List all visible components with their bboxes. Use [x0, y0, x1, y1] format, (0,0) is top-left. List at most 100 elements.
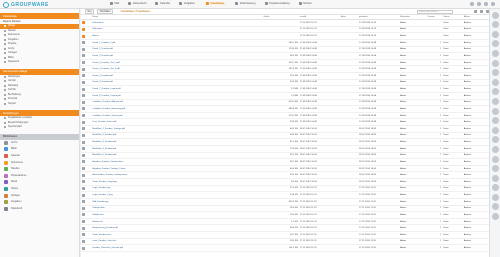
action-link[interactable]: Ändern [463, 165, 489, 173]
avatar[interactable] [491, 49, 499, 57]
action-link[interactable]: Ändern [463, 79, 489, 87]
file-name[interactable]: Tabelle.xlsx [92, 211, 264, 219]
action-link[interactable]: Ändern [463, 132, 489, 140]
table-row[interactable]: Merkblatt_2_Kunden.pdf 58,9 KB 28.07.2016 … [81, 132, 489, 140]
table-row[interactable]: Kanal_8_Kunden_Layout.pdf 1,1 MB 17.09.201… [81, 92, 489, 100]
new-button[interactable]: Neu [85, 9, 95, 14]
avatar[interactable] [491, 145, 499, 153]
action-link[interactable]: Ändern [463, 198, 489, 206]
search-input[interactable]: Dateien durchsuchen [417, 9, 453, 14]
file-name[interactable]: Bild_Kunden.jpg [92, 198, 264, 206]
table-row[interactable]: Tabelle.xlsx 19,5 KB 17.11.2016 11:19 17.11… [81, 211, 489, 219]
action-link[interactable]: Ändern [463, 39, 489, 47]
table-row[interactable]: Dokumente 17.11.2016 11:19 17.09.2018 15:1… [81, 19, 489, 27]
user-icon[interactable] [470, 2, 474, 6]
avatar[interactable] [491, 136, 499, 144]
app-logo[interactable]: GROUPWARE [3, 1, 49, 8]
app-tab-aufgaben[interactable]: Aufgaben [179, 2, 195, 5]
avatar[interactable] [491, 97, 499, 105]
library-item[interactable]: Freigaben [0, 199, 79, 206]
action-link[interactable]: Ändern [463, 138, 489, 146]
table-row[interactable]: Kanal_7_Kunden_Layout.pdf 1,2 MB 17.09.201… [81, 85, 489, 93]
file-name[interactable]: Kanal_4_Kunden_Teil_1.pdf [92, 59, 264, 67]
table-row[interactable]: neue_Kunden_Liste.xlsx 18,3 KB 17.11.2016 … [81, 238, 489, 246]
library-item[interactable]: Vorlagen [0, 192, 79, 199]
file-name[interactable]: Leitfaden_Kunden_Service.pdf [92, 112, 264, 120]
table-row[interactable]: Merkblatt_4_Kunden.pdf 72,4 KB 28.07.2016 … [81, 145, 489, 153]
action-link[interactable]: Ändern [463, 85, 489, 93]
table-row[interactable]: Team_Kunden_Logo.png 8,6 KB 28.07.2016 16:… [81, 178, 489, 186]
table-row[interactable]: Kanal_4_Kunden_Teil_2.pdf 287,9 KB 17.09.2… [81, 65, 489, 73]
avatar[interactable] [491, 59, 499, 67]
table-row[interactable]: Leitfaden_Kunden_Betreuung.pdf 389,6 KB 17… [81, 105, 489, 113]
file-name[interactable]: Archiv [92, 32, 264, 40]
file-name[interactable]: Merkblatt_2_Kunden.pdf [92, 132, 264, 140]
avatar[interactable] [491, 21, 499, 29]
file-name[interactable]: Anschreiben_Kunden_Vorlage.docx [92, 171, 264, 179]
table-row[interactable]: Merkblatt_1_Kunden_Vorlage.pdf 64,2 KB 28.… [81, 125, 489, 133]
table-row[interactable]: Merkblatt_5_Kunden.pdf 49,7 KB 28.07.2016 … [81, 152, 489, 160]
sidebar-item[interactable]: Support [0, 102, 79, 107]
grid-view-icon[interactable] [480, 10, 483, 13]
table-row[interactable]: Angebot_Kunden_Vorlage_2.docx 36,0 KB 28.0… [81, 165, 489, 173]
file-name[interactable]: Angebot_Kunden_Vorlage.docx [92, 158, 264, 166]
action-link[interactable]: Ändern [463, 238, 489, 246]
action-link[interactable]: Ändern [463, 52, 489, 60]
file-name[interactable]: Logo_Kunden.png [92, 185, 264, 193]
file-name[interactable]: Notizen.txt [92, 218, 264, 226]
file-name[interactable]: Kanal_1_Kunden_1.pdf [92, 39, 264, 47]
library-item[interactable]: Videos [0, 186, 79, 193]
library-item[interactable]: Tabellen [0, 166, 79, 173]
file-name[interactable]: neue_Kunden_Liste.xlsx [92, 238, 264, 246]
file-name[interactable]: Liste_Kunden_Intern.pdf [92, 118, 264, 126]
library-item[interactable]: Kalender [0, 153, 79, 160]
avatar[interactable] [491, 155, 499, 163]
avatar[interactable] [491, 117, 499, 125]
file-name[interactable]: Kanal_5_Kunden.pdf [92, 72, 264, 80]
action-link[interactable]: Ändern [463, 191, 489, 199]
action-link[interactable]: Ändern [463, 244, 489, 252]
file-name[interactable]: Merkblatt_5_Kunden.pdf [92, 152, 264, 160]
avatar[interactable] [491, 30, 499, 38]
table-row[interactable]: Anschreiben_Kunden_Vorlage.docx 22,4 KB 28… [81, 171, 489, 179]
avatar[interactable] [491, 126, 499, 134]
avatar[interactable] [491, 11, 499, 19]
file-name[interactable]: Vorlage.dotx [92, 205, 264, 213]
logout-icon[interactable] [491, 2, 495, 6]
action-link[interactable]: Ändern [463, 65, 489, 73]
avatar[interactable] [491, 174, 499, 182]
library-item[interactable]: Präsentationen [0, 172, 79, 179]
sidebar-item[interactable]: Papierkorb [0, 60, 79, 65]
action-link[interactable]: Ändern [463, 211, 489, 219]
help-icon[interactable] [484, 2, 488, 6]
breadcrumb[interactable]: / Dateiablage / Projektdateien [120, 11, 150, 13]
app-tab-dateiablage[interactable]: Dateiablage [203, 2, 227, 5]
table-row[interactable]: Archiv 17.11.2016 11:19 17.09.2018 15:16 Ad… [81, 32, 489, 40]
file-name[interactable]: Webseiten [92, 26, 264, 34]
table-row[interactable]: Kanal_4_Kunden_Teil_1.pdf 312,7 KB 17.09.2… [81, 59, 489, 67]
file-name[interactable]: Team_Kunden_Logo.png [92, 178, 264, 186]
table-row[interactable]: Notizen.txt 1,2 KB 17.11.2016 11:19 17.11.2… [81, 218, 489, 226]
app-tab-notizen[interactable]: Notizen [298, 2, 312, 5]
action-link[interactable]: Ändern [463, 26, 489, 34]
app-tab-kalender[interactable]: Kalender [155, 2, 170, 5]
file-name[interactable]: Angebot_Kunden_Vorlage_2.docx [92, 165, 264, 173]
action-link[interactable]: Ändern [463, 224, 489, 232]
table-row[interactable]: Kanal_6_Kunden.pdf 54,3 KB 17.09.2018 14:4… [81, 79, 489, 87]
action-link[interactable]: Ändern [463, 59, 489, 67]
file-name[interactable]: Leitfaden_Kunden_Betreuung.pdf [92, 105, 264, 113]
table-row[interactable]: Kanal_1_Kunden_1.pdf 245,1 KB 17.09.2018 1… [81, 39, 489, 47]
file-name[interactable]: Kunden_Übersicht_Gesamt.pdf [92, 244, 264, 252]
library-item[interactable]: Bilder [0, 146, 79, 153]
table-row[interactable]: Kanal_2_Kunden.pdf 123,4 KB 17.09.2018 14:… [81, 46, 489, 54]
table-row[interactable]: Bild_Kunden.jpg 845,2 KB 17.11.2016 11:19 1… [81, 198, 489, 206]
table-row[interactable]: Merkblatt_3_Kunden.pdf 61,0 KB 28.07.2016 … [81, 138, 489, 146]
action-link[interactable]: Ändern [463, 32, 489, 40]
avatar[interactable] [491, 203, 499, 211]
avatar[interactable] [491, 88, 499, 96]
file-name[interactable]: Kanal_6_Kunden.pdf [92, 79, 264, 87]
file-name[interactable]: Kanal_3_Kunden.pdf [92, 52, 264, 60]
table-row[interactable]: Besprechung_Kunden.pdf 66,4 KB 17.11.2016 … [81, 224, 489, 232]
table-row[interactable]: Team_Kunden.xlsx 24,7 KB 17.11.2016 11:19 1… [81, 231, 489, 239]
library-item[interactable]: Papierkorb [0, 205, 79, 212]
